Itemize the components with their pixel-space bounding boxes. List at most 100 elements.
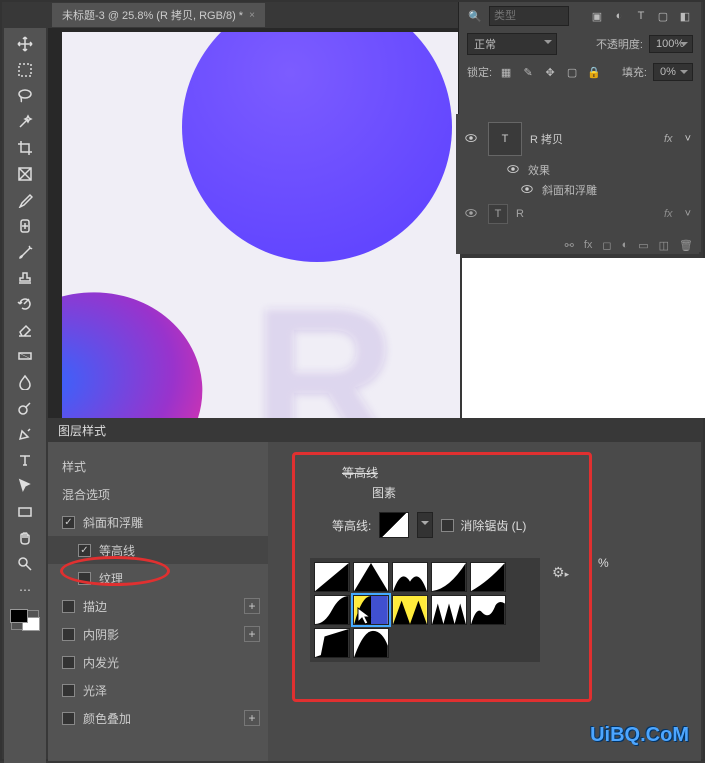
percent-label: % — [598, 556, 609, 570]
mask-icon[interactable]: ◻ — [602, 239, 611, 252]
type-tool[interactable] — [7, 448, 43, 472]
preset-ring-double[interactable] — [431, 595, 467, 625]
color-swatch[interactable] — [11, 610, 39, 630]
fill-input[interactable]: 0% — [653, 63, 693, 81]
plus-icon[interactable]: + — [244, 710, 260, 726]
checkbox[interactable] — [62, 684, 75, 697]
hand-tool[interactable] — [7, 526, 43, 550]
checkbox[interactable] — [62, 628, 75, 641]
contour-preview[interactable] — [379, 512, 409, 538]
close-icon[interactable]: × — [249, 10, 255, 21]
eyedropper-tool[interactable] — [7, 188, 43, 212]
stamp-tool[interactable] — [7, 266, 43, 290]
effect-name: 斜面和浮雕 — [542, 182, 597, 198]
style-item-innershadow[interactable]: 内阴影+ — [48, 620, 268, 648]
dialog-title: 图层样式 — [48, 418, 701, 442]
rectangle-tool[interactable] — [7, 500, 43, 524]
checkbox[interactable] — [78, 572, 91, 585]
preset-sawtooth[interactable] — [353, 628, 389, 658]
filter-image-icon[interactable]: ▣ — [589, 8, 605, 24]
trash-icon[interactable]: 🗑 — [679, 239, 693, 252]
preset-gaussian[interactable] — [314, 595, 350, 625]
layer-row[interactable]: T R fx ˅ — [456, 200, 699, 228]
wand-tool[interactable] — [7, 110, 43, 134]
checkbox[interactable] — [78, 544, 91, 557]
adjustment-icon[interactable]: ◐ — [622, 239, 629, 252]
layer-filter-input[interactable] — [489, 6, 569, 26]
fx-badge[interactable]: fx — [664, 208, 673, 220]
path-select-tool[interactable] — [7, 474, 43, 498]
eraser-tool[interactable] — [7, 318, 43, 342]
marquee-tool[interactable] — [7, 58, 43, 82]
link-icon[interactable]: ⚯ — [565, 239, 574, 252]
checkbox[interactable] — [62, 516, 75, 529]
checkbox[interactable] — [62, 656, 75, 669]
healing-tool[interactable] — [7, 214, 43, 238]
plus-icon[interactable]: + — [244, 598, 260, 614]
visibility-icon[interactable] — [464, 131, 480, 147]
preset-rolling[interactable] — [470, 595, 506, 625]
visibility-icon[interactable] — [520, 182, 536, 198]
lock-artboard-icon[interactable]: ▢ — [564, 64, 580, 80]
preset-cone[interactable] — [353, 562, 389, 592]
lasso-tool[interactable] — [7, 84, 43, 108]
dodge-tool[interactable] — [7, 396, 43, 420]
preset-linear[interactable] — [314, 562, 350, 592]
blur-tool[interactable] — [7, 370, 43, 394]
style-item-bevel[interactable]: 斜面和浮雕 — [48, 508, 268, 536]
visibility-icon[interactable] — [464, 206, 480, 222]
zoom-tool[interactable] — [7, 552, 43, 576]
history-brush-tool[interactable] — [7, 292, 43, 316]
style-item-blend[interactable]: 混合选项 — [48, 480, 268, 508]
preset-ring[interactable] — [392, 595, 428, 625]
brush-tool[interactable] — [7, 240, 43, 264]
checkbox[interactable] — [62, 712, 75, 725]
style-item-styles[interactable]: 样式 — [48, 452, 268, 480]
style-item-stroke[interactable]: 描边+ — [48, 592, 268, 620]
layer-thumb: T — [488, 122, 522, 156]
style-item-contour[interactable]: 等高线 — [48, 536, 268, 564]
preset-cove-shallow[interactable] — [470, 562, 506, 592]
filter-smart-icon[interactable]: ◧ — [677, 8, 693, 24]
frame-tool[interactable] — [7, 162, 43, 186]
document-tab[interactable]: 未标题-3 @ 25.8% (R 拷贝, RGB/8) * × — [52, 3, 265, 27]
style-item-coloroverlay[interactable]: 颜色叠加+ — [48, 704, 268, 732]
collapse-icon[interactable]: ˅ — [685, 208, 691, 220]
fx-icon[interactable]: fx — [584, 239, 593, 252]
lock-move-icon[interactable]: ✥ — [542, 64, 558, 80]
fx-badge[interactable]: fx — [664, 133, 673, 145]
contour-dropdown[interactable] — [417, 512, 433, 538]
filter-adjust-icon[interactable]: ◐ — [611, 8, 627, 24]
move-tool[interactable] — [7, 32, 43, 56]
checkbox[interactable] — [62, 600, 75, 613]
effect-bevel-row[interactable]: 斜面和浮雕 — [456, 180, 699, 200]
style-item-texture[interactable]: 纹理 — [48, 564, 268, 592]
effects-row[interactable]: 效果 — [456, 160, 699, 180]
crop-tool[interactable] — [7, 136, 43, 160]
blend-mode-dropdown[interactable]: 正常 — [467, 33, 557, 55]
layer-row[interactable]: T R 拷贝 fx ˅ — [456, 118, 699, 160]
gear-icon[interactable]: ⚙▸ — [552, 564, 569, 581]
more-icon[interactable]: ⋯ — [7, 578, 43, 602]
document-canvas[interactable]: R — [62, 32, 460, 418]
plus-icon[interactable]: + — [244, 626, 260, 642]
opacity-input[interactable]: 100% — [649, 35, 693, 53]
gradient-tool[interactable] — [7, 344, 43, 368]
style-item-innerglow[interactable]: 内发光 — [48, 648, 268, 676]
visibility-icon[interactable] — [506, 162, 522, 178]
lock-all-icon[interactable]: 🔒 — [586, 64, 602, 80]
filter-shape-icon[interactable]: ▢ — [655, 8, 671, 24]
lock-pixels-icon[interactable]: ▦ — [498, 64, 514, 80]
new-layer-icon[interactable]: ◫ — [659, 239, 669, 252]
filter-type-icon[interactable]: T — [633, 8, 649, 24]
style-item-satin[interactable]: 光泽 — [48, 676, 268, 704]
lock-position-icon[interactable]: ✎ — [520, 64, 536, 80]
preset-rounded[interactable] — [314, 628, 350, 658]
preset-cove-deep[interactable] — [431, 562, 467, 592]
pen-tool[interactable] — [7, 422, 43, 446]
group-icon[interactable]: ▭ — [638, 239, 648, 252]
preset-cone-inv[interactable] — [392, 562, 428, 592]
search-icon[interactable]: 🔍 — [467, 8, 483, 24]
collapse-icon[interactable]: ˅ — [685, 133, 691, 145]
antialias-checkbox[interactable] — [441, 519, 454, 532]
